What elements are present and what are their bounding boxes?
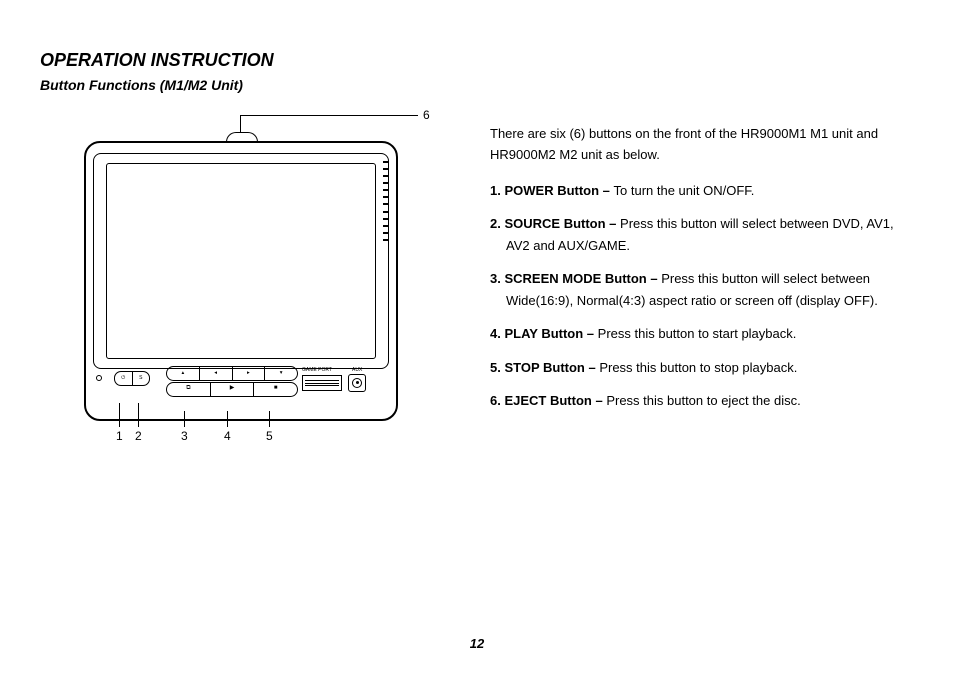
callout-line-1 [119, 403, 120, 427]
callout-line-5 [269, 411, 270, 427]
stop-button-icon: ■ [254, 383, 297, 396]
callout-line-4 [227, 411, 228, 427]
callout-label-2: 2 [135, 429, 142, 443]
item-term: STOP Button – [504, 360, 599, 375]
callout-label-3: 3 [181, 429, 188, 443]
game-port-label: GAME PORT [302, 367, 332, 373]
item-desc: Press this button to start playback. [598, 326, 797, 341]
list-item: 4. PLAY Button – Press this button to st… [490, 323, 914, 344]
callout-label-1: 1 [116, 429, 123, 443]
callout-label-5: 5 [266, 429, 273, 443]
screen-mode-button-icon: ⧉ [167, 383, 210, 396]
item-number: 3. [490, 271, 501, 286]
callout-label-4: 4 [224, 429, 231, 443]
device-body: ⏻ S ▴ ◂ ▸ ▾ [84, 141, 398, 421]
device-illustration: ⏻ S ▴ ◂ ▸ ▾ [84, 141, 398, 451]
button-definition-list: 1. POWER Button – To turn the unit ON/OF… [490, 180, 914, 412]
item-term: SCREEN MODE Button – [504, 271, 661, 286]
speaker-vents [383, 161, 389, 241]
page-subtitle: Button Functions (M1/M2 Unit) [40, 77, 914, 93]
navigation-cluster: ▴ ◂ ▸ ▾ ⧉ ▶ [166, 366, 296, 396]
page-number: 12 [0, 636, 954, 651]
diagram-column: 6 ⏻ S [40, 123, 440, 463]
nav-bottom-row: ⧉ ▶ ■ [166, 382, 298, 397]
item-term: POWER Button – [504, 183, 613, 198]
list-item: 5. STOP Button – Press this button to st… [490, 357, 914, 378]
play-button-icon: ▶ [211, 383, 254, 396]
content-columns: 6 ⏻ S [40, 123, 914, 463]
item-number: 5. [490, 360, 501, 375]
nav-down-icon: ▾ [265, 367, 297, 380]
callout-line-2 [138, 403, 139, 427]
intro-paragraph: There are six (6) buttons on the front o… [490, 123, 914, 166]
list-item: 3. SCREEN MODE Button – Press this butto… [490, 268, 914, 311]
item-term: PLAY Button – [504, 326, 597, 341]
display-screen [106, 163, 376, 359]
nav-left-icon: ◂ [200, 367, 232, 380]
aux-jack-icon [348, 374, 366, 392]
control-panel: ⏻ S ▴ ◂ ▸ ▾ [96, 367, 386, 407]
page-title: OPERATION INSTRUCTION [40, 50, 914, 71]
source-button-icon: S [132, 372, 149, 385]
item-term: EJECT Button – [504, 393, 606, 408]
aux-label: AUX [352, 367, 362, 373]
list-item: 6. EJECT Button – Press this button to e… [490, 390, 914, 411]
game-port-icon [302, 375, 342, 391]
nav-up-icon: ▴ [167, 367, 199, 380]
power-source-button-group: ⏻ S [114, 371, 150, 386]
power-button-icon: ⏻ [115, 372, 132, 385]
callout-label-6: 6 [423, 108, 430, 122]
callout-line-6-horizontal [240, 115, 418, 116]
nav-top-row: ▴ ◂ ▸ ▾ [166, 366, 298, 381]
item-desc: Press this button to eject the disc. [606, 393, 800, 408]
item-desc: To turn the unit ON/OFF. [614, 183, 755, 198]
list-item: 2. SOURCE Button – Press this button wil… [490, 213, 914, 256]
item-desc: Press this button to stop playback. [599, 360, 797, 375]
item-number: 4. [490, 326, 501, 341]
manual-page: OPERATION INSTRUCTION Button Functions (… [0, 0, 954, 673]
item-number: 2. [490, 216, 501, 231]
nav-right-icon: ▸ [233, 367, 265, 380]
description-column: There are six (6) buttons on the front o… [490, 123, 914, 463]
power-led-icon [96, 375, 102, 381]
item-number: 6. [490, 393, 501, 408]
item-term: SOURCE Button – [504, 216, 620, 231]
callout-line-3 [184, 411, 185, 427]
callout-line-6-vertical [240, 115, 241, 132]
item-number: 1. [490, 183, 501, 198]
list-item: 1. POWER Button – To turn the unit ON/OF… [490, 180, 914, 201]
